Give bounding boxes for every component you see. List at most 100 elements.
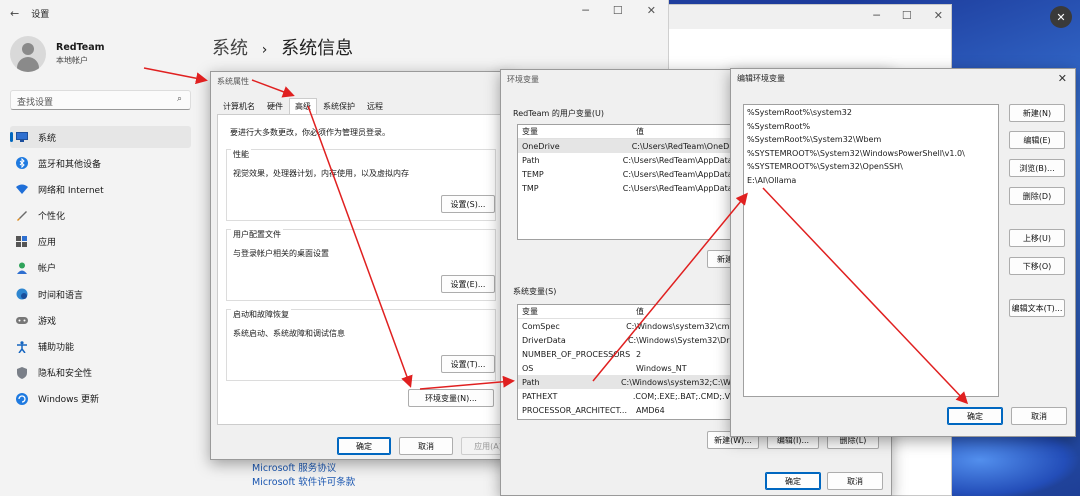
nav-item-label: Windows 更新 — [38, 395, 100, 406]
list-item[interactable]: E:\AI\Ollama — [744, 174, 998, 188]
nav-item-apps[interactable]: 应用 — [10, 231, 191, 253]
globe-clock-icon — [16, 288, 28, 300]
move-up-button[interactable]: 上移(U) — [1009, 229, 1065, 247]
tab-hardware[interactable]: 硬件 — [261, 98, 289, 114]
edit-entry-button[interactable]: 编辑(E) — [1009, 131, 1065, 149]
user-vars-list[interactable]: 变量 值 OneDrive C:\Users\RedTeam\OneDrive … — [517, 124, 741, 240]
nav-item-label: 网络和 Internet — [38, 185, 104, 196]
list-header: 变量 值 — [518, 125, 740, 139]
edit-text-button[interactable]: 编辑文本(T)... — [1009, 299, 1065, 317]
edit-environment-variable-dialog: 编辑环境变量 ✕ %SystemRoot%\system32 %SystemRo… — [730, 68, 1076, 437]
list-item[interactable]: %SystemRoot%\system32 — [744, 106, 998, 120]
nav-item-accessibility[interactable]: 辅助功能 — [10, 336, 191, 358]
col-value[interactable]: 值 — [632, 306, 644, 317]
cancel-button[interactable]: 取消 — [399, 437, 453, 455]
list-item[interactable]: %SYSTEMROOT%\System32\OpenSSH\ — [744, 160, 998, 174]
back-arrow-icon[interactable]: ← — [10, 7, 19, 20]
list-header: 变量 值 — [518, 305, 740, 319]
nav-item-bluetooth[interactable]: 蓝牙和其他设备 — [10, 152, 191, 174]
list-item[interactable]: PROCESSOR_ARCHITECT... AMD64 — [518, 403, 740, 417]
list-item[interactable]: OneDrive C:\Users\RedTeam\OneDrive — [518, 139, 740, 153]
environment-variables-button[interactable]: 环境变量(N)... — [408, 389, 494, 407]
ok-button[interactable]: 确定 — [765, 472, 821, 490]
ok-button[interactable]: 确定 — [947, 407, 1003, 425]
var-value: C:\Windows\system32;C:\Windows — [620, 377, 740, 387]
var-name: OS — [522, 363, 534, 373]
cancel-button[interactable]: 取消 — [827, 472, 883, 490]
ms-license-terms-link[interactable]: Microsoft 软件许可条款 — [252, 476, 355, 490]
list-item[interactable]: %SYSTEMROOT%\System32\WindowsPowerShell\… — [744, 147, 998, 161]
col-variable[interactable]: 变量 — [518, 126, 632, 137]
col-variable[interactable]: 变量 — [518, 306, 632, 317]
browse-button[interactable]: 浏览(B)... — [1009, 159, 1065, 177]
nav-item-gaming[interactable]: 游戏 — [10, 309, 191, 331]
list-item[interactable]: ComSpec C:\Windows\system32\cmd.exe — [518, 319, 740, 333]
page-title: 系统 › 系统信息 — [212, 34, 353, 60]
col-value[interactable]: 值 — [632, 126, 644, 137]
new-entry-button[interactable]: 新建(N) — [1009, 104, 1065, 122]
maximize-icon[interactable]: ☐ — [613, 4, 623, 17]
gamepad-icon — [16, 314, 28, 326]
list-item[interactable]: PATHEXT .COM;.EXE;.BAT;.CMD;.VBS; — [518, 389, 740, 403]
update-icon — [16, 392, 28, 405]
close-icon[interactable]: ✕ — [647, 4, 656, 17]
settings-search-input[interactable]: 查找设置 ⌕ — [10, 90, 191, 110]
tab-computer-name[interactable]: 计算机名 — [217, 98, 261, 114]
var-name: ComSpec — [522, 321, 560, 331]
var-value: .COM;.EXE;.BAT;.CMD;.VBS; — [632, 391, 740, 401]
window-caption-buttons: ─ ☐ ✕ — [582, 4, 656, 17]
list-item[interactable]: Path C:\Windows\system32;C:\Windows — [518, 375, 740, 389]
performance-settings-button[interactable]: 设置(S)... — [441, 195, 495, 213]
list-item[interactable]: TEMP C:\Users\RedTeam\AppData\Local — [518, 167, 740, 181]
ok-button[interactable]: 确定 — [337, 437, 391, 455]
list-item[interactable]: Path C:\Users\RedTeam\AppData\Local — [518, 153, 740, 167]
user-profile[interactable]: RedTeam 本地帐户 — [10, 36, 105, 72]
var-name: OneDrive — [522, 141, 560, 151]
settings-title: 设置 — [31, 9, 50, 20]
move-down-button[interactable]: 下移(O) — [1009, 257, 1065, 275]
list-item[interactable]: %SystemRoot%\System32\Wbem — [744, 133, 998, 147]
nav-item-system[interactable]: 系统 — [10, 126, 191, 148]
list-item[interactable]: DriverData C:\Windows\System32\Drivers — [518, 333, 740, 347]
minimize-icon[interactable]: ─ — [873, 9, 880, 22]
close-icon[interactable]: ✕ — [1058, 72, 1067, 85]
tab-system-protection[interactable]: 系统保护 — [317, 98, 361, 114]
profile-settings-button[interactable]: 设置(E)... — [441, 275, 495, 293]
breadcrumb-system[interactable]: 系统 — [212, 38, 248, 59]
minimize-icon[interactable]: ─ — [582, 4, 589, 17]
var-value: C:\Users\RedTeam\AppData\Local — [622, 169, 740, 179]
tab-strip: 计算机名 硬件 高级 系统保护 远程 — [217, 98, 389, 114]
system-vars-label: 系统变量(S) — [513, 287, 557, 296]
list-item[interactable]: %SystemRoot% — [744, 120, 998, 134]
nav-item-time-language[interactable]: 时间和语言 — [10, 283, 191, 305]
window-caption-buttons: ─ ☐ ✕ — [873, 9, 943, 22]
path-entries-list[interactable]: %SystemRoot%\system32 %SystemRoot% %Syst… — [743, 104, 999, 397]
license-links: Microsoft 服务协议 Microsoft 软件许可条款 — [252, 462, 355, 490]
dialog-title: 系统属性 — [211, 72, 509, 90]
advanced-tab-panel: 要进行大多数更改，你必须作为管理员登录。 性能 视觉效果，处理器计划，内存使用，… — [217, 114, 503, 425]
list-item[interactable]: TMP C:\Users\RedTeam\AppData\Local — [518, 181, 740, 195]
overlay-close-icon[interactable]: ✕ — [1050, 6, 1072, 28]
list-item[interactable]: NUMBER_OF_PROCESSORS 2 — [518, 347, 740, 361]
performance-group: 性能 视觉效果，处理器计划，内存使用，以及虚拟内存 设置(S)... — [226, 149, 496, 221]
nav-item-privacy[interactable]: 隐私和安全性 — [10, 362, 191, 384]
search-placeholder: 查找设置 — [17, 98, 54, 108]
maximize-icon[interactable]: ☐ — [902, 9, 912, 22]
var-value: AMD64 — [636, 405, 665, 415]
cancel-button[interactable]: 取消 — [1011, 407, 1067, 425]
group-title: 用户配置文件 — [231, 229, 283, 240]
nav-item-accounts[interactable]: 帐户 — [10, 257, 191, 279]
system-vars-list[interactable]: 变量 值 ComSpec C:\Windows\system32\cmd.exe… — [517, 304, 741, 420]
ms-service-agreement-link[interactable]: Microsoft 服务协议 — [252, 462, 355, 476]
nav-item-personalization[interactable]: 个性化 — [10, 205, 191, 227]
delete-entry-button[interactable]: 删除(D) — [1009, 187, 1065, 205]
startup-settings-button[interactable]: 设置(T)... — [441, 355, 495, 373]
list-item[interactable]: OS Windows_NT — [518, 361, 740, 375]
monitor-icon — [16, 131, 28, 143]
nav-item-network[interactable]: 网络和 Internet — [10, 178, 191, 200]
tab-remote[interactable]: 远程 — [361, 98, 389, 114]
nav-item-windows-update[interactable]: Windows 更新 — [10, 388, 191, 410]
tab-advanced[interactable]: 高级 — [289, 98, 317, 114]
close-icon[interactable]: ✕ — [934, 9, 943, 22]
var-value: C:\Users\RedTeam\AppData\Local — [622, 183, 740, 193]
